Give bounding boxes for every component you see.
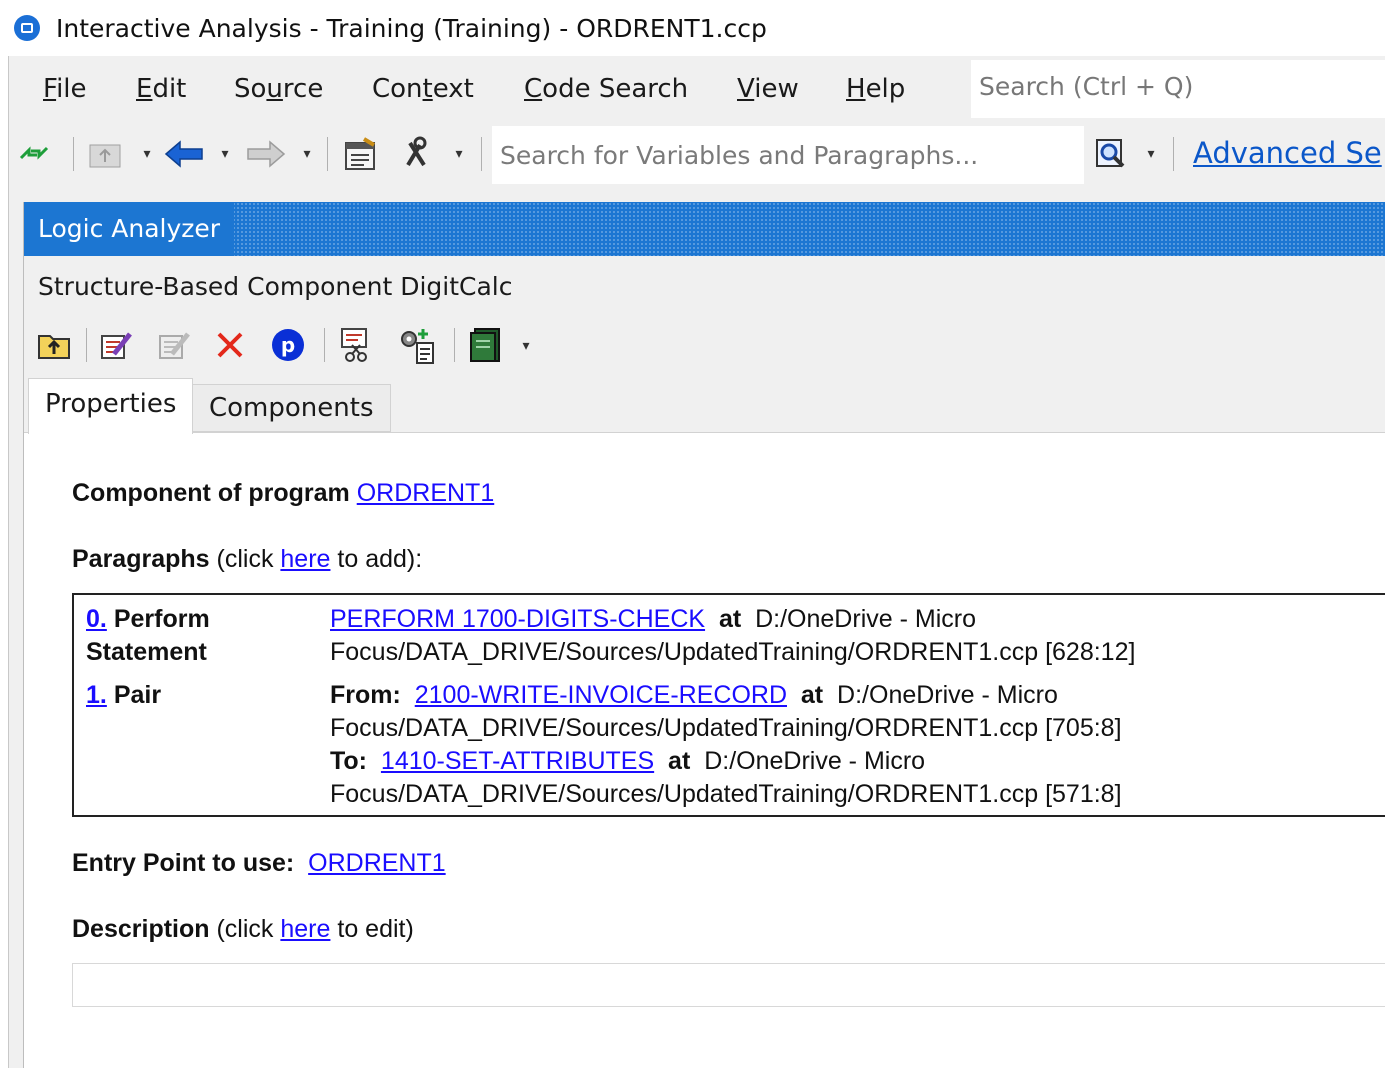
p-circle-icon[interactable]: p [268, 326, 308, 364]
book-icon[interactable] [464, 324, 508, 366]
logic-analyzer-panel: Logic Analyzer Structure-Based Component… [23, 202, 1385, 1068]
menu-context[interactable]: Context [372, 74, 474, 104]
paragraph-1-from-location-cont: Focus/DATA_DRIVE/Sources/UpdatedTraining… [330, 714, 1122, 742]
advanced-search-link[interactable]: Advanced Se [1193, 136, 1382, 170]
paragraph-row-1-detail: From: 2100-WRITE-INVOICE-RECORD at D:/On… [330, 679, 1122, 811]
paragraph-1-type: Pair [113, 681, 162, 709]
paragraphs-hint-text: (click [216, 545, 281, 573]
entry-point-link[interactable]: ORDRENT1 [308, 849, 446, 877]
description-hint-text-end: to edit) [330, 915, 414, 943]
menu-edit[interactable]: Edit [136, 74, 186, 104]
menu-source[interactable]: Source [234, 74, 323, 104]
menu-search-input[interactable]: Search (Ctrl + Q) [971, 60, 1385, 118]
paragraph-row-0-detail: PERFORM 1700-DIGITS-CHECK at D:/OneDrive… [330, 603, 1135, 669]
scissors-icon[interactable] [334, 324, 378, 366]
paragraph-row-1-type: 1. Pair [86, 679, 161, 712]
logic-analyzer-toolbar: p ▾ [24, 314, 1385, 376]
component-label: Component of program [72, 479, 350, 507]
description-label: Description [72, 915, 210, 943]
paragraph-1-index-link[interactable]: 1. [86, 681, 107, 709]
paragraph-0-location-cont: Focus/DATA_DRIVE/Sources/UpdatedTraining… [330, 638, 1136, 666]
tools-dropdown[interactable]: ▾ [451, 144, 467, 164]
description-field[interactable] [72, 963, 1385, 1007]
app-icon [14, 15, 40, 41]
program-link[interactable]: ORDRENT1 [357, 479, 495, 507]
forward-dropdown[interactable]: ▾ [299, 144, 315, 164]
up-folder-icon[interactable] [85, 136, 125, 172]
paragraphs-hint-text-end: to add): [330, 545, 423, 573]
paragraph-0-location: D:/OneDrive - Micro [755, 605, 976, 633]
menu-bar: File Edit Source Context Code Search Vie… [9, 56, 1385, 122]
entry-point-label: Entry Point to use: [72, 849, 295, 877]
book-dropdown[interactable]: ▾ [518, 336, 534, 356]
variables-search-input[interactable]: Search for Variables and Paragraphs... [492, 126, 1084, 184]
sync-icon[interactable] [17, 138, 51, 170]
gear-add-icon[interactable] [394, 324, 438, 366]
paragraph-0-type-cont: Statement [86, 638, 207, 666]
tools-icon[interactable] [397, 134, 439, 174]
forward-arrow-icon[interactable] [243, 136, 289, 172]
back-dropdown[interactable]: ▾ [217, 144, 233, 164]
up-folder-icon[interactable] [34, 326, 74, 364]
edit-icon[interactable] [96, 326, 136, 364]
description-heading: Description (click here to edit) [72, 915, 414, 944]
entry-point-row: Entry Point to use: ORDRENT1 [72, 849, 446, 878]
menu-view[interactable]: View [737, 74, 799, 104]
paragraph-0-at: at [718, 605, 742, 633]
back-arrow-icon[interactable] [161, 136, 207, 172]
paragraph-1-from-location: D:/OneDrive - Micro [837, 681, 1058, 709]
menu-code-search[interactable]: Code Search [524, 74, 688, 104]
paragraph-0-type: Perform [113, 605, 210, 633]
search-options-dropdown[interactable]: ▾ [1143, 144, 1159, 164]
paragraph-0-link[interactable]: PERFORM 1700-DIGITS-CHECK [330, 605, 705, 633]
panel-header: Logic Analyzer [24, 202, 1385, 256]
paragraph-1-to-at: at [668, 747, 691, 775]
paragraphs-table: 0. Perform Statement PERFORM 1700-DIGITS… [72, 593, 1385, 817]
properties-content: Component of program ORDRENT1 Paragraphs… [24, 432, 1385, 1068]
main-window: File Edit Source Context Code Search Vie… [8, 56, 1385, 1068]
svg-text:p: p [281, 333, 295, 357]
component-subtitle: Structure-Based Component DigitCalc [38, 272, 513, 301]
main-toolbar: ▾ ▾ ▾ ▾ Search for Variables and Paragra… [9, 122, 1385, 186]
title-bar: Interactive Analysis - Training (Trainin… [0, 0, 1385, 56]
tab-bar: Properties Components [24, 378, 1385, 434]
paragraphs-heading: Paragraphs (click here to add): [72, 545, 422, 574]
paragraph-1-from-link[interactable]: 2100-WRITE-INVOICE-RECORD [415, 681, 787, 709]
component-of-program-row: Component of program ORDRENT1 [72, 479, 494, 508]
paragraph-1-to-location: D:/OneDrive - Micro [704, 747, 926, 775]
paragraph-row-0-type: 0. Perform Statement [86, 603, 210, 669]
panel-title: Logic Analyzer [24, 202, 235, 256]
window-title: Interactive Analysis - Training (Trainin… [56, 13, 767, 43]
paragraph-1-to-location-cont: Focus/DATA_DRIVE/Sources/UpdatedTraining… [330, 780, 1122, 808]
paragraph-1-to-link[interactable]: 1410-SET-ATTRIBUTES [381, 747, 654, 775]
edit-disabled-icon[interactable] [154, 326, 194, 364]
up-folder-dropdown[interactable]: ▾ [139, 144, 155, 164]
menu-help[interactable]: Help [846, 74, 905, 104]
edit-description-link[interactable]: here [280, 915, 330, 943]
search-options-icon[interactable] [1091, 134, 1131, 174]
paragraphs-label: Paragraphs [72, 545, 210, 573]
delete-icon[interactable] [210, 326, 250, 364]
properties-icon[interactable] [339, 134, 381, 174]
paragraph-1-to-label: To: [330, 747, 368, 775]
paragraph-0-index-link[interactable]: 0. [86, 605, 107, 633]
menu-file[interactable]: File [43, 74, 87, 104]
description-hint-text: (click [216, 915, 281, 943]
add-paragraph-link[interactable]: here [280, 545, 330, 573]
paragraph-1-from-at: at [800, 681, 824, 709]
paragraph-1-from-label: From: [330, 681, 401, 709]
tab-components[interactable]: Components [192, 384, 391, 432]
tab-properties[interactable]: Properties [28, 378, 194, 434]
